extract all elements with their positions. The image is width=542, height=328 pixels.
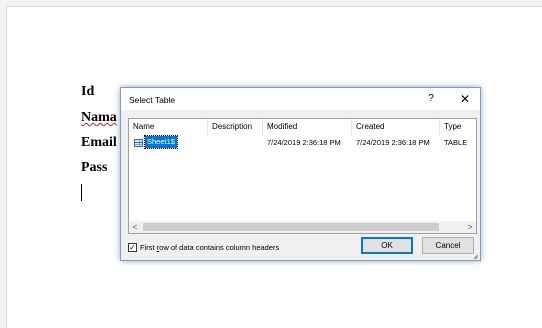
column-header-created[interactable]: Created — [352, 119, 440, 135]
help-button[interactable]: ? — [424, 92, 438, 106]
row-name[interactable]: Sheet1$ — [144, 135, 178, 149]
header-row-checkbox[interactable]: ✓ — [128, 243, 137, 252]
dialog-title: Select Table — [129, 95, 176, 105]
row-modified: 7/24/2019 2:36:18 PM — [267, 138, 341, 147]
doc-line-nama: Nama — [81, 110, 117, 125]
scroll-thumb[interactable] — [143, 223, 439, 231]
horizontal-scrollbar[interactable]: < > — [129, 221, 476, 233]
column-header-type[interactable]: Type — [440, 119, 476, 135]
doc-line-email: Email — [81, 135, 117, 150]
checkbox-label-suffix: ow of data contains column headers — [159, 243, 280, 252]
doc-line-id: Id — [81, 84, 95, 99]
header-row-checkbox-label[interactable]: First row of data contains column header… — [140, 243, 279, 252]
scroll-left-icon[interactable]: < — [129, 221, 141, 233]
table-row[interactable]: Sheet1$ 7/24/2019 2:36:18 PM 7/24/2019 2… — [129, 135, 476, 150]
select-table-dialog: Select Table ? ✕ Name Description Modifi… — [120, 87, 481, 261]
resize-grip-icon[interactable]: ◢ — [473, 253, 479, 260]
row-created: 7/24/2019 2:36:18 PM — [356, 138, 430, 147]
table-icon — [134, 139, 143, 147]
table-list[interactable]: Name Description Modified Created Type S… — [128, 118, 477, 234]
column-header-name[interactable]: Name — [129, 119, 208, 135]
column-header-description[interactable]: Description — [208, 119, 263, 135]
ok-button[interactable]: OK — [361, 237, 413, 254]
doc-line-pass: Pass — [81, 160, 108, 175]
close-button[interactable]: ✕ — [458, 92, 472, 106]
dialog-titlebar[interactable]: Select Table ? ✕ — [121, 88, 480, 110]
cancel-button[interactable]: Cancel — [422, 237, 474, 254]
checkbox-label-prefix: First — [140, 243, 157, 252]
column-header-modified[interactable]: Modified — [263, 119, 352, 135]
row-type: TABLE — [444, 138, 468, 147]
scroll-right-icon[interactable]: > — [464, 221, 476, 233]
text-cursor — [81, 184, 82, 201]
